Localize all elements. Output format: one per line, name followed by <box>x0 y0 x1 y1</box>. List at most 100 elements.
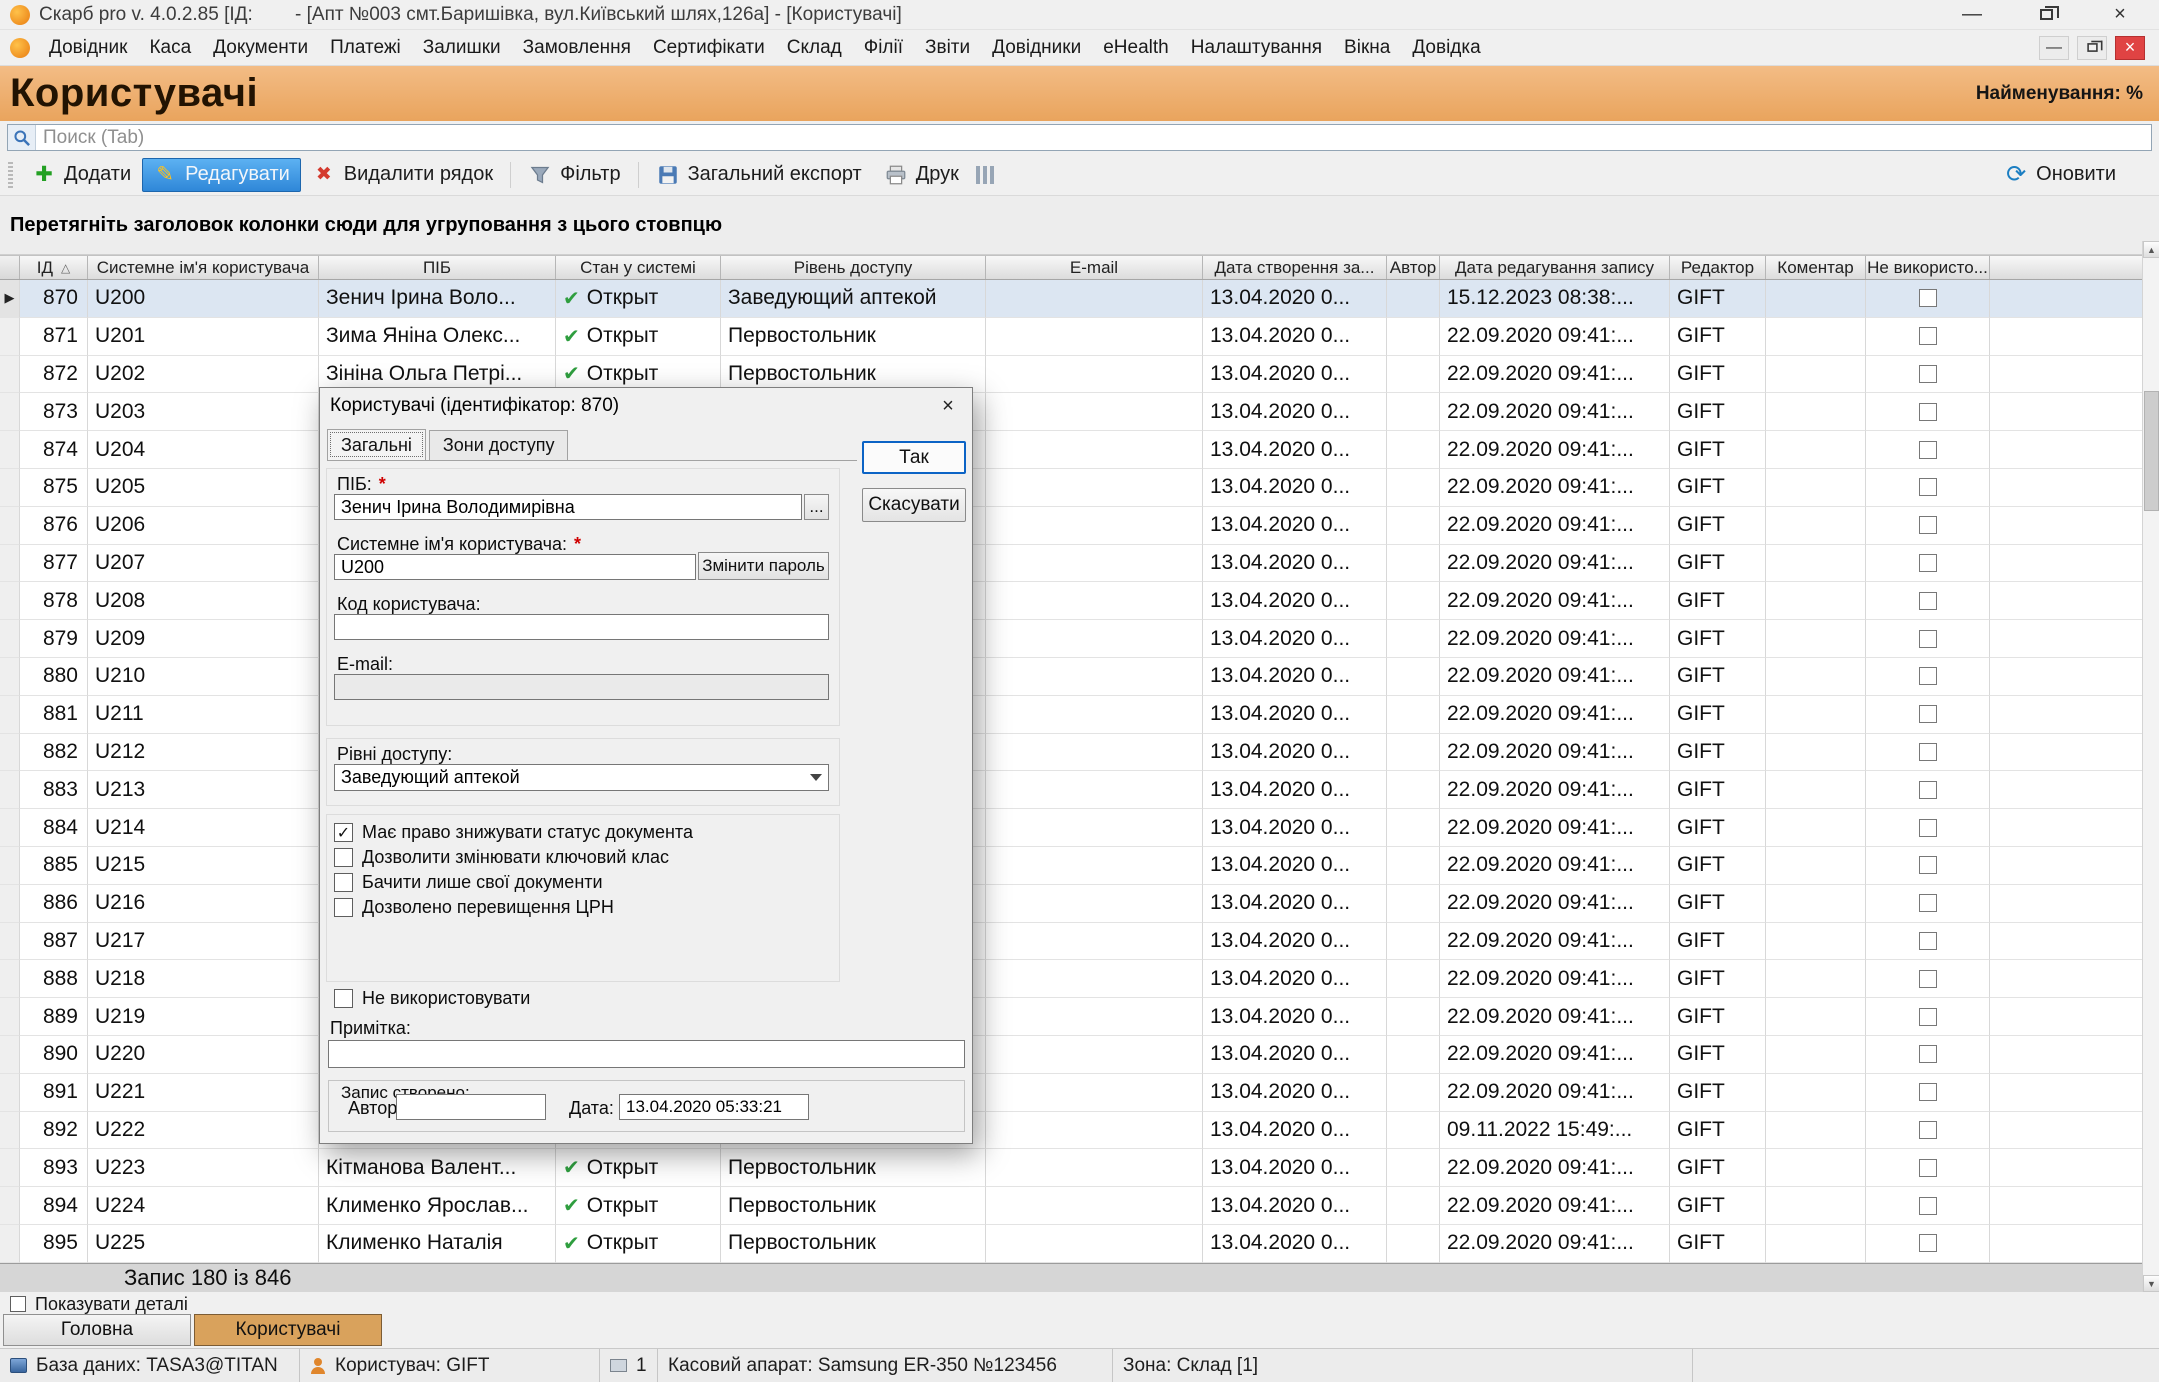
filter-button[interactable]: Фільтр <box>517 158 631 192</box>
column-header-12[interactable]: Не використо... <box>1866 256 1990 279</box>
menu-item-Замовлення[interactable]: Замовлення <box>512 32 642 64</box>
search-icon[interactable] <box>8 125 36 150</box>
cell-notused[interactable] <box>1866 809 1990 847</box>
menu-item-Склад[interactable]: Склад <box>776 32 853 64</box>
vertical-scrollbar[interactable]: ▲ ▼ <box>2142 241 2159 1292</box>
bottom-tab-Головна[interactable]: Головна <box>3 1314 191 1346</box>
table-row-871[interactable]: 871U201Зима Яніна Олекс...✔ОткрытПервост… <box>0 318 2142 356</box>
menu-item-Сертифікати[interactable]: Сертифікати <box>642 32 776 64</box>
menu-item-Вікна[interactable]: Вікна <box>1333 32 1401 64</box>
scrollbar-thumb[interactable] <box>2144 391 2159 511</box>
delete-row-button[interactable]: ✖ Видалити рядок <box>301 158 504 192</box>
table-row-870[interactable]: ▶870U200Зенич Ірина Воло...✔ОткрытЗаведу… <box>0 280 2142 318</box>
column-header-5[interactable]: Рівень доступу <box>721 256 986 279</box>
print-button[interactable]: Друк <box>873 158 970 192</box>
minimize-button[interactable]: — <box>1957 2 1987 28</box>
cell-notused[interactable] <box>1866 960 1990 998</box>
cell-notused[interactable] <box>1866 507 1990 545</box>
cell-notused[interactable] <box>1866 356 1990 394</box>
menu-item-Залишки[interactable]: Залишки <box>412 32 512 64</box>
not-used-checkbox[interactable] <box>1919 1159 1937 1177</box>
menu-item-Філії[interactable]: Філії <box>853 32 914 64</box>
date-input[interactable]: 13.04.2020 05:33:21 <box>619 1094 809 1120</box>
column-header-7[interactable]: Дата створення за... <box>1203 256 1387 279</box>
scroll-down-button[interactable]: ▼ <box>2143 1275 2159 1292</box>
column-header-8[interactable]: Автор <box>1387 256 1440 279</box>
access-level-select[interactable]: Заведующий аптекой <box>334 764 829 791</box>
not-used-checkbox[interactable] <box>1919 289 1937 307</box>
browse-button[interactable]: ... <box>804 494 829 520</box>
cell-notused[interactable] <box>1866 1187 1990 1225</box>
not-used-checkbox[interactable] <box>1919 592 1937 610</box>
cell-notused[interactable] <box>1866 696 1990 734</box>
ok-button[interactable]: Так <box>862 441 966 474</box>
not-used-checkbox[interactable] <box>1919 1121 1937 1139</box>
not-used-checkbox[interactable] <box>1919 1045 1937 1063</box>
sysname-input[interactable]: U200 <box>334 554 696 580</box>
dialog-option-4[interactable]: Дозволено перевищення ЦРН <box>334 895 828 920</box>
checkbox[interactable] <box>334 873 353 892</box>
not-used-checkbox[interactable] <box>1919 819 1937 837</box>
mdi-close-button[interactable]: × <box>2115 36 2145 60</box>
not-use-option[interactable]: Не використовувати <box>334 986 530 1011</box>
cell-notused[interactable] <box>1866 1112 1990 1150</box>
mdi-minimize-button[interactable]: — <box>2039 36 2069 60</box>
dialog-option-2[interactable]: Дозволити змінювати ключовий клас <box>334 845 828 870</box>
cell-notused[interactable] <box>1866 620 1990 658</box>
dialog-close-button[interactable]: × <box>934 393 962 419</box>
not-used-checkbox[interactable] <box>1919 856 1937 874</box>
not-used-checkbox[interactable] <box>1919 1083 1937 1101</box>
cell-notused[interactable] <box>1866 658 1990 696</box>
not-used-checkbox[interactable] <box>1919 441 1937 459</box>
table-row-894[interactable]: 894U224Клименко Ярослав...✔ОткрытПервост… <box>0 1187 2142 1225</box>
not-used-checkbox[interactable] <box>1919 1008 1937 1026</box>
not-used-checkbox[interactable] <box>1919 630 1937 648</box>
bottom-tab-Користувачі[interactable]: Користувачі <box>194 1314 382 1346</box>
change-password-button[interactable]: Змінити пароль <box>698 552 829 580</box>
column-header-1[interactable]: ІД△ <box>20 256 88 279</box>
cell-notused[interactable] <box>1866 885 1990 923</box>
cell-notused[interactable] <box>1866 771 1990 809</box>
menu-item-Довідники[interactable]: Довідники <box>981 32 1092 64</box>
refresh-button[interactable]: ⟳ Оновити <box>1993 158 2127 192</box>
cell-notused[interactable] <box>1866 431 1990 469</box>
dialog-option-3[interactable]: Бачити лише свої документи <box>334 870 828 895</box>
author-input[interactable] <box>396 1094 546 1120</box>
cell-notused[interactable] <box>1866 847 1990 885</box>
column-header-3[interactable]: ПІБ <box>319 256 556 279</box>
column-header-9[interactable]: Дата редагування запису <box>1440 256 1670 279</box>
not-use-checkbox[interactable] <box>334 989 353 1008</box>
close-button[interactable]: × <box>2105 2 2135 28</box>
not-used-checkbox[interactable] <box>1919 1234 1937 1252</box>
menu-item-Довідка[interactable]: Довідка <box>1401 32 1491 64</box>
tab-zagalni[interactable]: Загальні <box>327 429 426 460</box>
scroll-up-button[interactable]: ▲ <box>2143 241 2159 258</box>
menu-item-eHealth[interactable]: eHealth <box>1092 32 1180 64</box>
table-row-893[interactable]: 893U223Кітманова Валент...✔ОткрытПервост… <box>0 1149 2142 1187</box>
edit-button[interactable]: ✎ Редагувати <box>142 158 301 192</box>
not-used-checkbox[interactable] <box>1919 932 1937 950</box>
group-by-bar[interactable]: Перетягніть заголовок колонки сюди для у… <box>0 196 2159 255</box>
pib-input[interactable]: Зенич Ірина Володимирівна <box>334 494 802 520</box>
menu-item-Платежі[interactable]: Платежі <box>319 32 412 64</box>
email-input[interactable] <box>334 674 829 700</box>
not-used-checkbox[interactable] <box>1919 705 1937 723</box>
column-header-2[interactable]: Системне ім'я користувача <box>88 256 319 279</box>
not-used-checkbox[interactable] <box>1919 970 1937 988</box>
restore-button[interactable] <box>2031 2 2061 28</box>
checkbox[interactable] <box>334 848 353 867</box>
checkbox[interactable] <box>334 898 353 917</box>
cell-notused[interactable] <box>1866 469 1990 507</box>
cancel-button[interactable]: Скасувати <box>862 488 966 522</box>
not-used-checkbox[interactable] <box>1919 554 1937 572</box>
user-code-input[interactable] <box>334 614 829 640</box>
not-used-checkbox[interactable] <box>1919 1197 1937 1215</box>
cell-notused[interactable] <box>1866 280 1990 318</box>
cell-notused[interactable] <box>1866 1149 1990 1187</box>
add-button[interactable]: ✚ Додати <box>21 158 142 192</box>
not-used-checkbox[interactable] <box>1919 667 1937 685</box>
cell-notused[interactable] <box>1866 734 1990 772</box>
menu-item-Довідник[interactable]: Довідник <box>38 32 138 64</box>
menu-item-Налаштування[interactable]: Налаштування <box>1180 32 1333 64</box>
menu-item-Каса[interactable]: Каса <box>138 32 202 64</box>
